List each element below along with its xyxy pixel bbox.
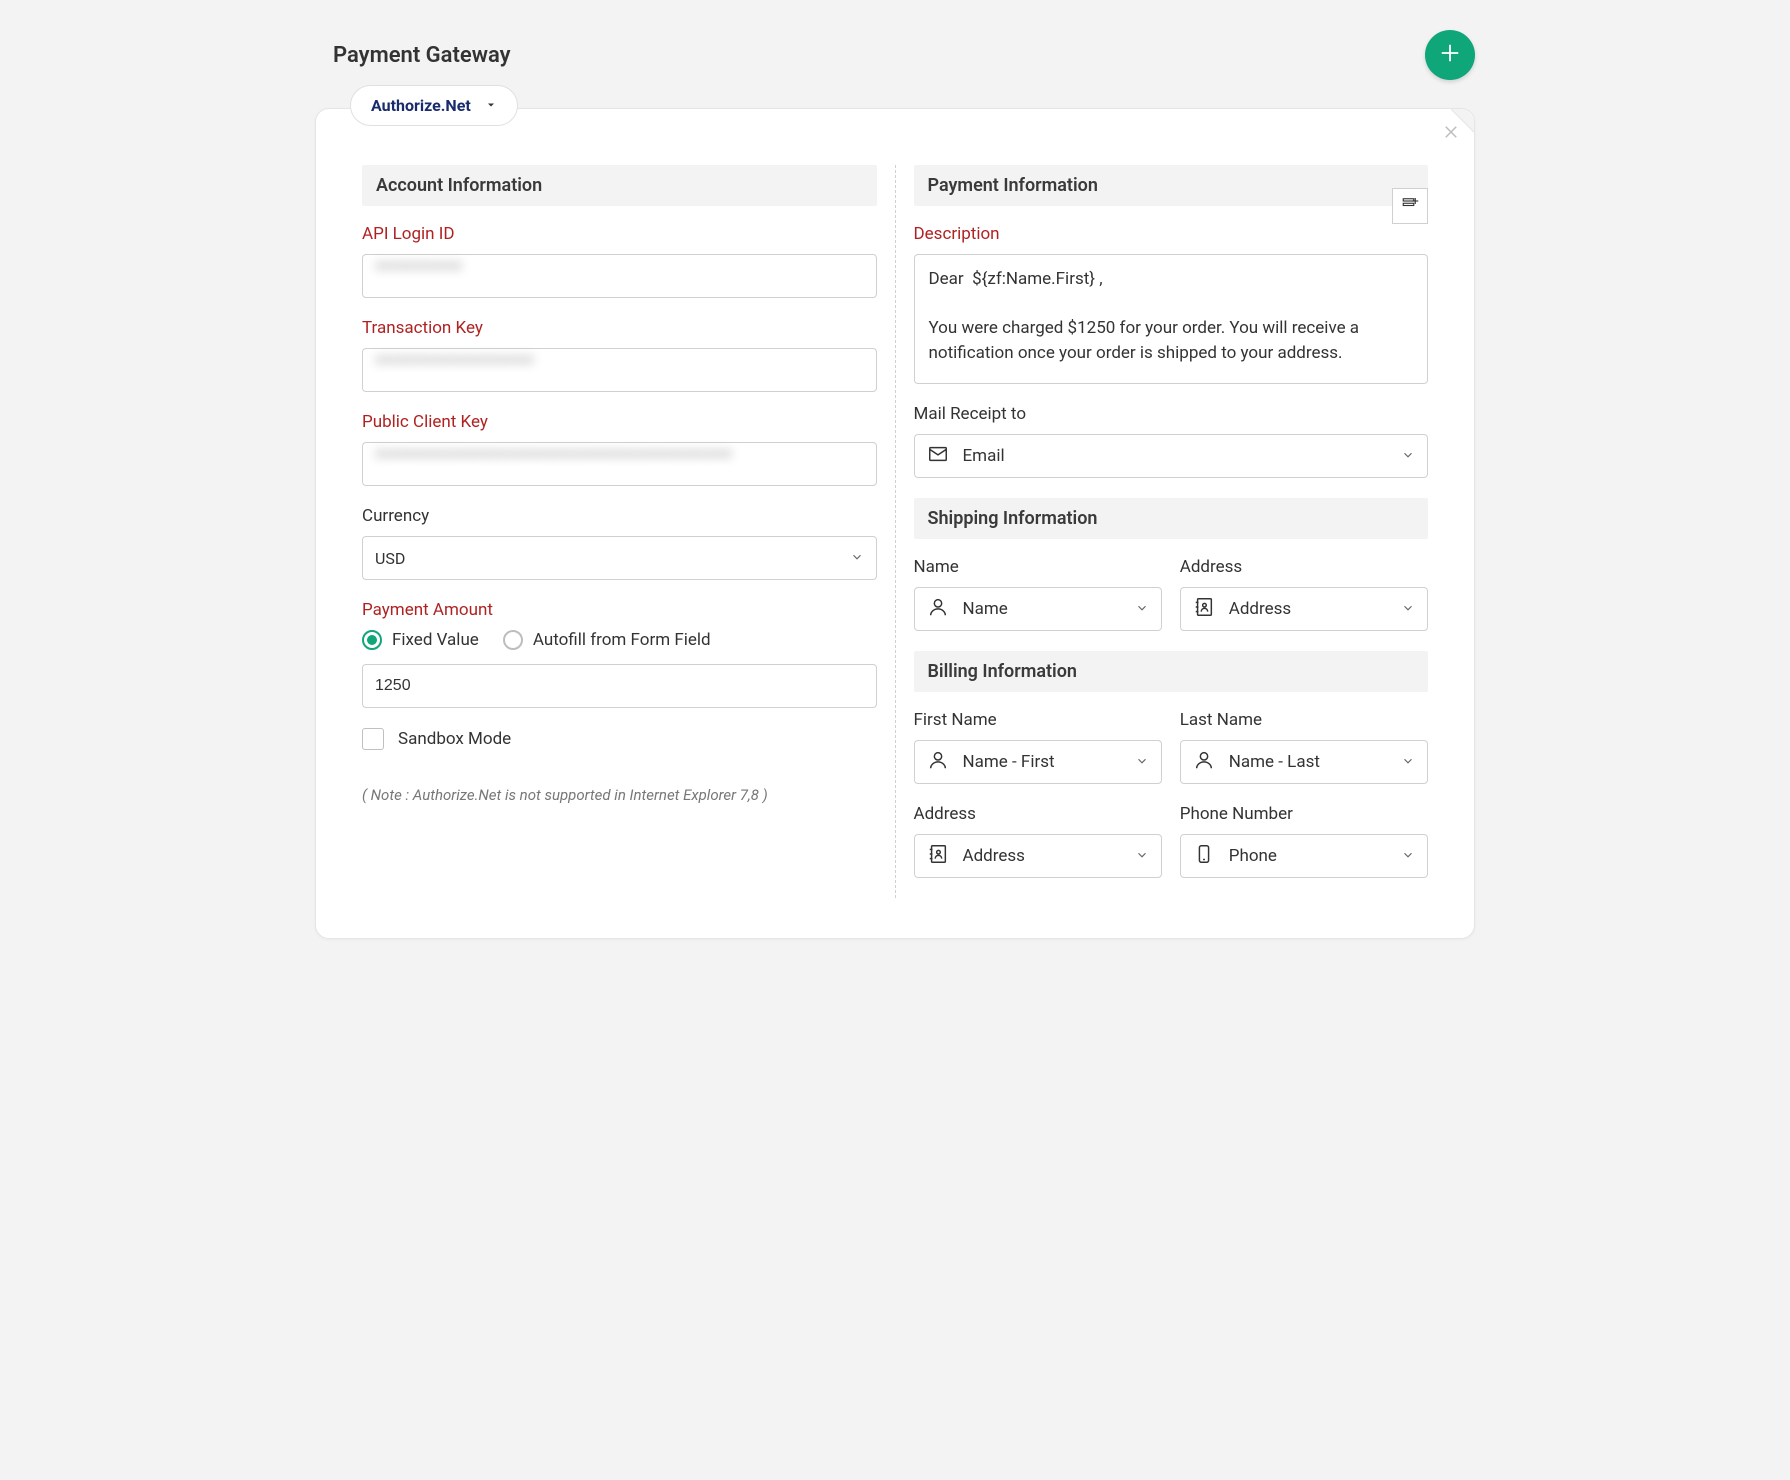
address-book-icon — [1193, 596, 1215, 622]
checkbox-sandbox-label: Sandbox Mode — [398, 729, 511, 749]
email-icon — [927, 443, 949, 469]
label-api-login-id: API Login ID — [362, 224, 877, 244]
section-payment-info: Payment Information — [914, 165, 1429, 206]
close-button[interactable] — [1442, 123, 1460, 145]
radio-autofill-label: Autofill from Form Field — [533, 630, 711, 650]
radio-fixed-value-label: Fixed Value — [392, 630, 479, 650]
person-icon — [927, 749, 949, 775]
label-mail-receipt: Mail Receipt to — [914, 404, 1429, 424]
label-billing-last-name: Last Name — [1180, 710, 1428, 730]
input-public-client-key[interactable]: xxxxxxxxxxxxxxxxxxxxxxxxxxxxxxxxxxxxxxxx… — [362, 442, 877, 486]
dropdown-billing-first-name[interactable]: Name - First — [914, 740, 1162, 784]
section-billing-info: Billing Information — [914, 651, 1429, 692]
chevron-down-icon — [1135, 847, 1149, 866]
input-api-login-id[interactable]: xxxxxxxxxxx — [362, 254, 877, 298]
dropdown-billing-last-name-value: Name - Last — [1229, 752, 1320, 772]
input-transaction-key[interactable]: xxxxxxxxxxxxxxxxxxxx — [362, 348, 877, 392]
chevron-down-icon — [1135, 600, 1149, 619]
label-billing-address: Address — [914, 804, 1162, 824]
dropdown-mail-receipt-value: Email — [963, 446, 1005, 466]
label-billing-first-name: First Name — [914, 710, 1162, 730]
gateway-selected-name: Authorize.Net — [371, 96, 471, 115]
chevron-down-icon — [1401, 600, 1415, 619]
label-description: Description — [914, 224, 1429, 244]
radio-selected-icon — [362, 630, 382, 650]
section-shipping-info: Shipping Information — [914, 498, 1429, 539]
radio-unselected-icon — [503, 630, 523, 650]
radio-autofill[interactable]: Autofill from Form Field — [503, 630, 711, 650]
label-currency: Currency — [362, 506, 877, 526]
label-shipping-address: Address — [1180, 557, 1428, 577]
caret-down-icon — [485, 96, 497, 115]
dropdown-billing-address-value: Address — [963, 846, 1025, 866]
select-currency-value: USD — [375, 549, 405, 568]
label-billing-phone: Phone Number — [1180, 804, 1428, 824]
chevron-down-icon — [1135, 753, 1149, 772]
label-transaction-key: Transaction Key — [362, 318, 877, 338]
dropdown-shipping-name-value: Name — [963, 599, 1008, 619]
plus-icon — [1439, 42, 1461, 68]
page-title: Payment Gateway — [333, 43, 511, 68]
dropdown-shipping-address-value: Address — [1229, 599, 1291, 619]
label-payment-amount: Payment Amount — [362, 600, 877, 620]
label-shipping-name: Name — [914, 557, 1162, 577]
person-icon — [1193, 749, 1215, 775]
chevron-down-icon — [850, 549, 864, 568]
chevron-down-icon — [1401, 447, 1415, 466]
phone-icon — [1193, 843, 1215, 869]
address-book-icon — [927, 843, 949, 869]
insert-field-button[interactable] — [1392, 188, 1428, 224]
dropdown-shipping-name[interactable]: Name — [914, 587, 1162, 631]
dropdown-billing-last-name[interactable]: Name - Last — [1180, 740, 1428, 784]
checkbox-icon — [362, 728, 384, 750]
gateway-config-card: Authorize.Net Account Information API Lo… — [315, 108, 1475, 939]
input-payment-amount[interactable] — [362, 664, 877, 708]
chevron-down-icon — [1401, 847, 1415, 866]
checkbox-sandbox-mode[interactable]: Sandbox Mode — [362, 728, 877, 750]
gateway-selector[interactable]: Authorize.Net — [350, 85, 518, 126]
dropdown-billing-phone[interactable]: Phone — [1180, 834, 1428, 878]
select-currency[interactable]: USD — [362, 536, 877, 580]
add-gateway-button[interactable] — [1425, 30, 1475, 80]
dropdown-shipping-address[interactable]: Address — [1180, 587, 1428, 631]
dropdown-mail-receipt[interactable]: Email — [914, 434, 1429, 478]
dropdown-billing-phone-value: Phone — [1229, 846, 1277, 866]
close-icon — [1442, 126, 1460, 145]
dropdown-billing-address[interactable]: Address — [914, 834, 1162, 878]
insert-field-icon — [1401, 195, 1419, 217]
radio-fixed-value[interactable]: Fixed Value — [362, 630, 479, 650]
section-account-info: Account Information — [362, 165, 877, 206]
person-icon — [927, 596, 949, 622]
note-browser-support: ( Note : Authorize.Net is not supported … — [362, 786, 877, 804]
chevron-down-icon — [1401, 753, 1415, 772]
dropdown-billing-first-name-value: Name - First — [963, 752, 1055, 772]
label-public-client-key: Public Client Key — [362, 412, 877, 432]
textarea-description[interactable]: Dear ${zf:Name.First} , You were charged… — [914, 254, 1429, 384]
